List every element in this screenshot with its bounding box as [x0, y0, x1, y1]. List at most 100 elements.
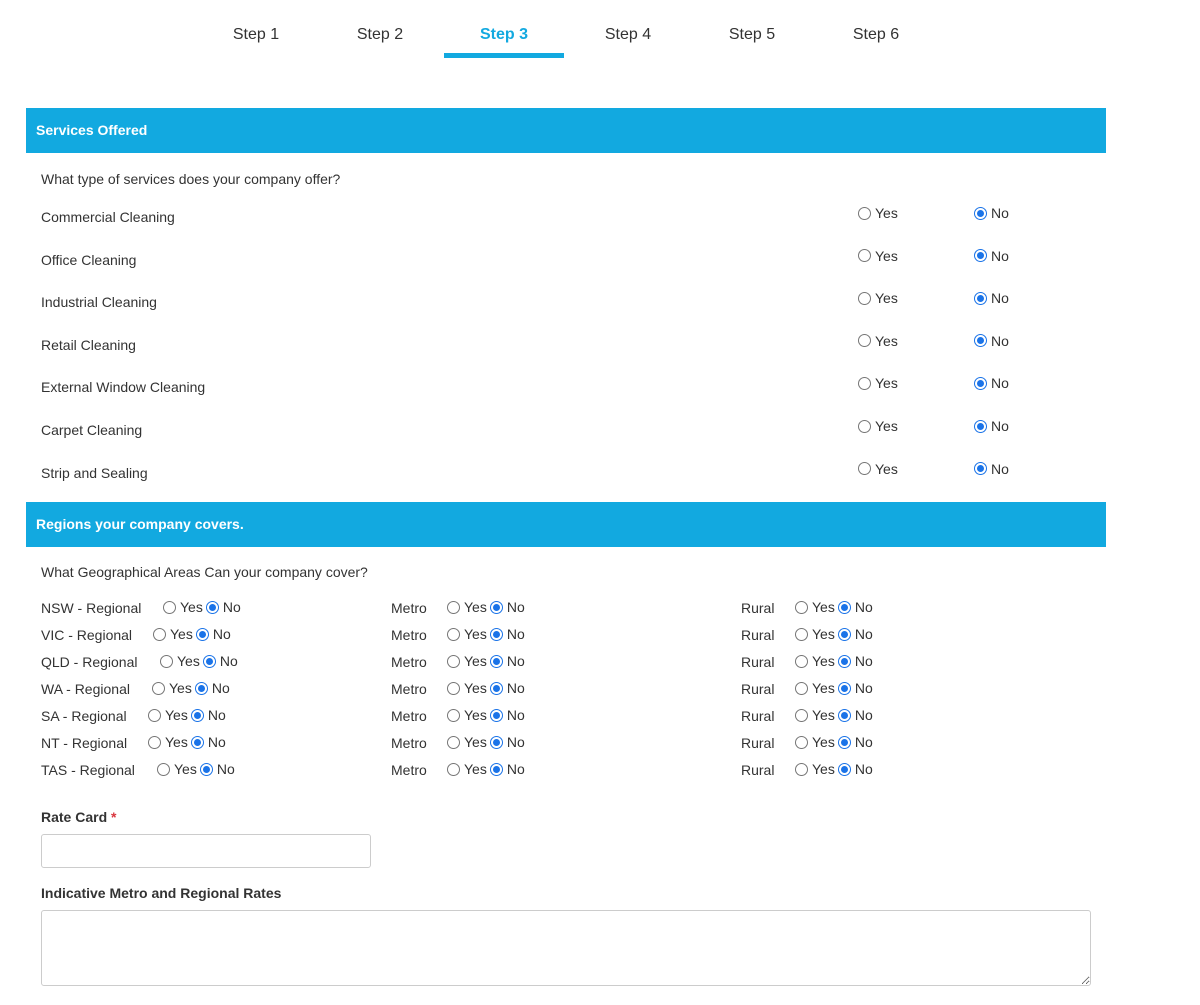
regional-no-option-radio[interactable] [195, 627, 209, 641]
rate-card-input[interactable] [41, 834, 371, 868]
regional-yes-option[interactable]: Yes [160, 653, 200, 669]
indicative-rates-textarea[interactable] [41, 910, 1091, 986]
metro-yes-option[interactable]: Yes [447, 734, 487, 750]
service-no-option-radio[interactable] [974, 376, 987, 390]
rural-yes-option-radio[interactable] [795, 735, 808, 749]
rural-no-option[interactable]: No [837, 707, 873, 723]
rural-yes-option[interactable]: Yes [795, 680, 835, 696]
service-yes-option-radio[interactable] [858, 462, 871, 476]
rural-yes-option-radio[interactable] [795, 708, 808, 722]
metro-no-option[interactable]: No [489, 707, 525, 723]
regional-yes-option-radio[interactable] [157, 762, 170, 776]
metro-no-option-radio[interactable] [489, 762, 503, 776]
regional-no-option[interactable]: No [194, 680, 230, 696]
service-no-option[interactable]: No [974, 375, 1009, 391]
regional-yes-option[interactable]: Yes [157, 761, 197, 777]
service-no-option[interactable]: No [974, 290, 1009, 306]
service-no-option-radio[interactable] [974, 419, 987, 433]
service-no-option-radio[interactable] [974, 249, 987, 263]
rural-no-option-radio[interactable] [837, 681, 851, 695]
metro-no-option-radio[interactable] [489, 708, 503, 722]
rural-no-option-radio[interactable] [837, 600, 851, 614]
service-no-option[interactable]: No [974, 248, 1009, 264]
rural-no-option-radio[interactable] [837, 627, 851, 641]
regional-yes-option-radio[interactable] [163, 600, 176, 614]
service-yes-option[interactable]: Yes [858, 248, 898, 264]
regional-no-option[interactable]: No [205, 599, 241, 615]
step-tab-3[interactable]: Step 3 [444, 18, 564, 58]
metro-yes-option-radio[interactable] [447, 600, 460, 614]
rural-yes-option[interactable]: Yes [795, 626, 835, 642]
service-no-option-radio[interactable] [974, 291, 987, 305]
service-yes-option-radio[interactable] [858, 249, 871, 263]
metro-yes-option[interactable]: Yes [447, 599, 487, 615]
regional-yes-option[interactable]: Yes [163, 599, 203, 615]
regional-yes-option[interactable]: Yes [148, 734, 188, 750]
service-yes-option-radio[interactable] [858, 206, 871, 220]
service-no-option[interactable]: No [974, 205, 1009, 221]
step-tab-5[interactable]: Step 5 [692, 18, 812, 58]
rural-yes-option[interactable]: Yes [795, 734, 835, 750]
step-tab-4[interactable]: Step 4 [568, 18, 688, 58]
service-no-option-radio[interactable] [974, 334, 987, 348]
regional-yes-option[interactable]: Yes [153, 626, 193, 642]
regional-no-option-radio[interactable] [190, 708, 204, 722]
regional-yes-option[interactable]: Yes [148, 707, 188, 723]
service-no-option-radio[interactable] [974, 462, 987, 476]
rural-no-option[interactable]: No [837, 599, 873, 615]
regional-no-option[interactable]: No [202, 653, 238, 669]
rural-yes-option[interactable]: Yes [795, 599, 835, 615]
metro-yes-option[interactable]: Yes [447, 707, 487, 723]
rural-yes-option-radio[interactable] [795, 654, 808, 668]
regional-yes-option-radio[interactable] [152, 681, 165, 695]
regional-no-option-radio[interactable] [205, 600, 219, 614]
metro-no-option-radio[interactable] [489, 735, 503, 749]
service-yes-option-radio[interactable] [858, 419, 871, 433]
metro-no-option[interactable]: No [489, 653, 525, 669]
rural-yes-option-radio[interactable] [795, 681, 808, 695]
rural-yes-option[interactable]: Yes [795, 707, 835, 723]
regional-yes-option[interactable]: Yes [152, 680, 192, 696]
metro-no-option[interactable]: No [489, 599, 525, 615]
metro-no-option-radio[interactable] [489, 600, 503, 614]
metro-yes-option-radio[interactable] [447, 735, 460, 749]
metro-yes-option-radio[interactable] [447, 627, 460, 641]
service-no-option[interactable]: No [974, 461, 1009, 477]
regional-yes-option-radio[interactable] [160, 654, 173, 668]
metro-no-option[interactable]: No [489, 680, 525, 696]
rural-no-option[interactable]: No [837, 734, 873, 750]
metro-no-option[interactable]: No [489, 761, 525, 777]
service-no-option[interactable]: No [974, 418, 1009, 434]
rural-yes-option[interactable]: Yes [795, 653, 835, 669]
rural-yes-option-radio[interactable] [795, 627, 808, 641]
service-yes-option[interactable]: Yes [858, 461, 898, 477]
service-yes-option[interactable]: Yes [858, 333, 898, 349]
regional-yes-option-radio[interactable] [153, 627, 166, 641]
rural-no-option-radio[interactable] [837, 735, 851, 749]
service-yes-option-radio[interactable] [858, 334, 871, 348]
metro-no-option[interactable]: No [489, 626, 525, 642]
regional-no-option[interactable]: No [190, 707, 226, 723]
metro-yes-option[interactable]: Yes [447, 761, 487, 777]
service-yes-option[interactable]: Yes [858, 205, 898, 221]
metro-yes-option[interactable]: Yes [447, 653, 487, 669]
rural-no-option[interactable]: No [837, 680, 873, 696]
step-tab-6[interactable]: Step 6 [816, 18, 936, 58]
service-yes-option-radio[interactable] [858, 376, 871, 390]
step-tab-2[interactable]: Step 2 [320, 18, 440, 58]
metro-no-option-radio[interactable] [489, 627, 503, 641]
rural-yes-option[interactable]: Yes [795, 761, 835, 777]
metro-yes-option-radio[interactable] [447, 762, 460, 776]
service-yes-option[interactable]: Yes [858, 418, 898, 434]
metro-yes-option-radio[interactable] [447, 654, 460, 668]
metro-yes-option-radio[interactable] [447, 708, 460, 722]
service-yes-option[interactable]: Yes [858, 375, 898, 391]
rural-yes-option-radio[interactable] [795, 600, 808, 614]
rural-no-option[interactable]: No [837, 626, 873, 642]
service-no-option[interactable]: No [974, 333, 1009, 349]
metro-yes-option-radio[interactable] [447, 681, 460, 695]
service-no-option-radio[interactable] [974, 206, 987, 220]
metro-yes-option[interactable]: Yes [447, 626, 487, 642]
metro-yes-option[interactable]: Yes [447, 680, 487, 696]
rural-no-option-radio[interactable] [837, 654, 851, 668]
